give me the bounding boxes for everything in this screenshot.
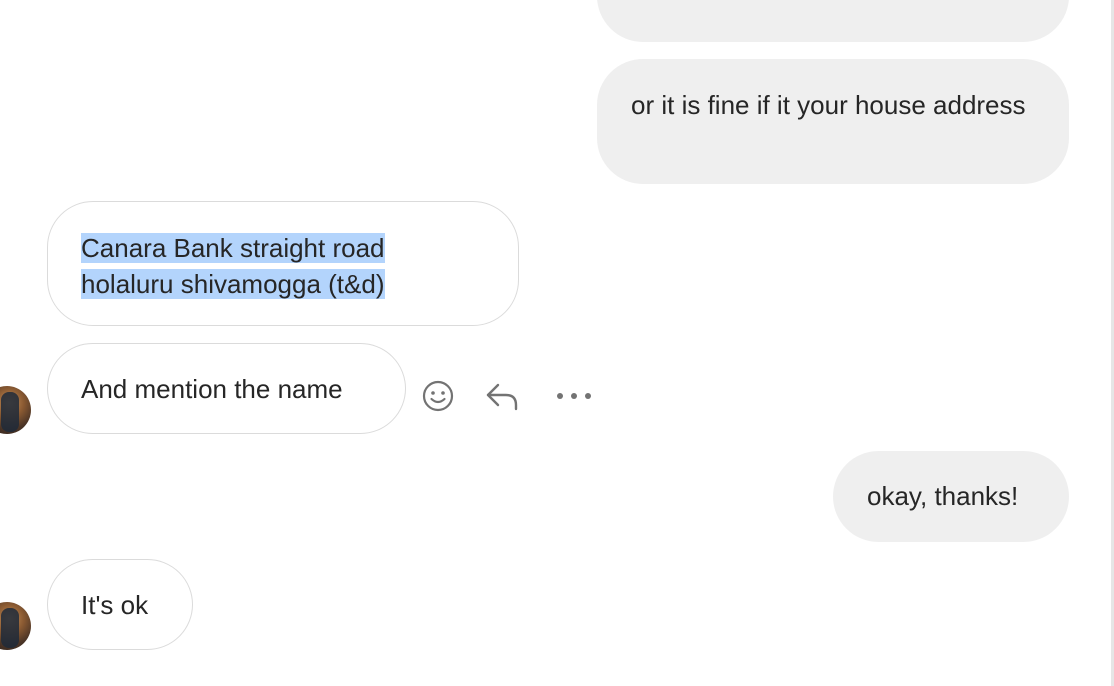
received-message-bubble[interactable]: It's ok <box>47 559 193 650</box>
contact-avatar[interactable] <box>0 602 31 650</box>
received-message-bubble[interactable]: And mention the name <box>47 343 406 434</box>
received-message-bubble[interactable]: Canara Bank straight road holaluru shiva… <box>47 201 519 326</box>
message-text: And mention the name <box>81 374 343 404</box>
reply-icon <box>486 383 518 411</box>
reply-button[interactable] <box>482 376 522 416</box>
more-options-icon <box>557 393 591 399</box>
more-options-button[interactable] <box>554 376 594 416</box>
message-text: okay, thanks! <box>867 481 1019 511</box>
react-button[interactable] <box>418 376 458 416</box>
selected-message-text: Canara Bank straight road <box>81 233 385 263</box>
message-thread[interactable]: avrdu or it is fine if it your house add… <box>0 0 1114 686</box>
selected-message-text: holaluru shivamogga (t&d) <box>81 269 385 299</box>
sent-message-bubble[interactable]: avrdu <box>597 0 1069 42</box>
contact-avatar[interactable] <box>0 386 31 434</box>
message-text: It's ok <box>81 590 149 620</box>
sent-message-bubble[interactable]: or it is fine if it your house address <box>597 59 1069 184</box>
message-text: or it is fine if it your house address <box>631 90 1026 120</box>
smiley-icon <box>422 380 454 412</box>
sent-message-bubble[interactable]: okay, thanks! <box>833 451 1069 542</box>
